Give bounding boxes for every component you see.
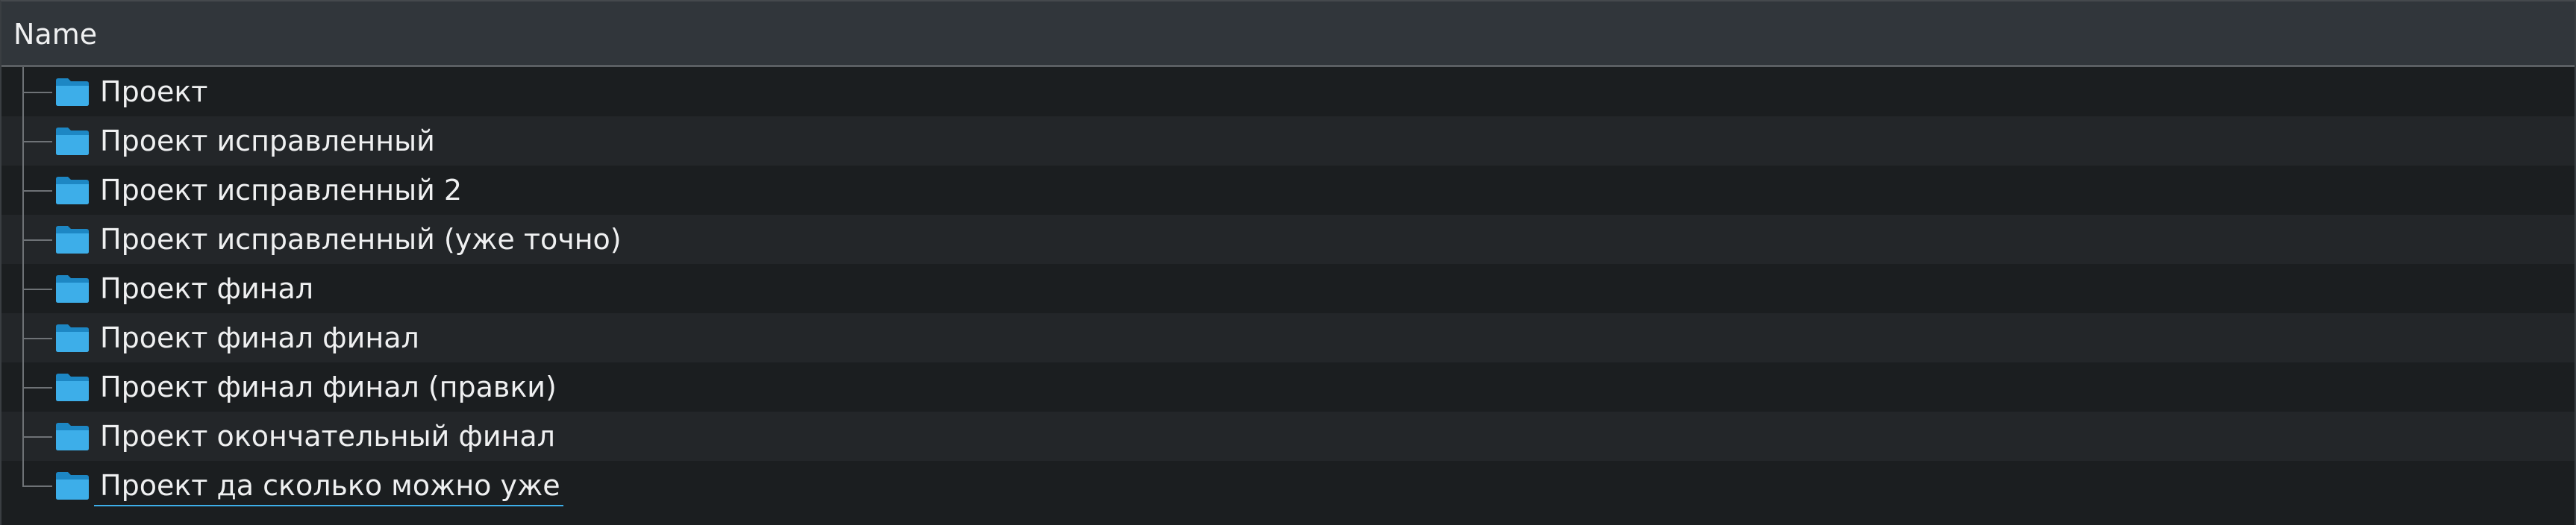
tree-branch-connector — [22, 338, 52, 339]
folder-icon — [56, 423, 89, 450]
column-header-label: Name — [13, 18, 98, 51]
tree-row[interactable]: Проект — [1, 67, 2575, 116]
folder-name: Проект финал финал (правки) — [100, 371, 557, 403]
folder-icon — [56, 226, 89, 254]
tree-row[interactable]: Проект финал — [1, 264, 2575, 313]
folder-name: Проект исправленный (уже точно) — [100, 223, 622, 256]
folder-name: Проект финал финал — [100, 321, 419, 354]
tree-row[interactable]: Проект окончательный финал — [1, 412, 2575, 461]
folder-icon — [56, 275, 89, 303]
folder-icon — [56, 472, 89, 500]
folder-icon — [56, 177, 89, 204]
column-header-name[interactable]: Name — [1, 1, 2575, 67]
tree-row-current[interactable]: Проект да сколько можно уже — [1, 461, 2575, 510]
folder-name: Проект окончательный финал — [100, 420, 555, 453]
folder-name: Проект да сколько можно уже — [94, 467, 563, 506]
folder-tree-view[interactable]: Name Проект Проект исправленный Проект и… — [0, 0, 2576, 525]
tree-branch-connector — [22, 190, 52, 192]
tree-branch-connector — [22, 436, 52, 438]
folder-icon — [56, 128, 89, 155]
tree-row[interactable]: Проект исправленный — [1, 116, 2575, 166]
folder-icon — [56, 324, 89, 352]
folder-icon — [56, 374, 89, 401]
tree-branch-connector — [22, 92, 52, 93]
tree-row[interactable]: Проект финал финал — [1, 313, 2575, 362]
tree-rows: Проект Проект исправленный Проект исправ… — [1, 67, 2575, 510]
folder-name: Проект финал — [100, 272, 314, 305]
tree-row[interactable]: Проект финал финал (правки) — [1, 362, 2575, 412]
tree-branch-connector — [22, 289, 52, 290]
folder-name: Проект исправленный 2 — [100, 174, 463, 207]
tree-row[interactable]: Проект исправленный 2 — [1, 166, 2575, 215]
tree-branch-connector — [22, 141, 52, 142]
folder-name: Проект — [100, 75, 208, 108]
tree-branch-connector — [22, 485, 52, 487]
folder-name: Проект исправленный — [100, 125, 435, 157]
tree-branch-connector — [22, 387, 52, 389]
folder-icon — [56, 78, 89, 106]
tree-branch-connector — [22, 239, 52, 241]
tree-row[interactable]: Проект исправленный (уже точно) — [1, 215, 2575, 264]
tree-branch-line — [22, 461, 24, 486]
